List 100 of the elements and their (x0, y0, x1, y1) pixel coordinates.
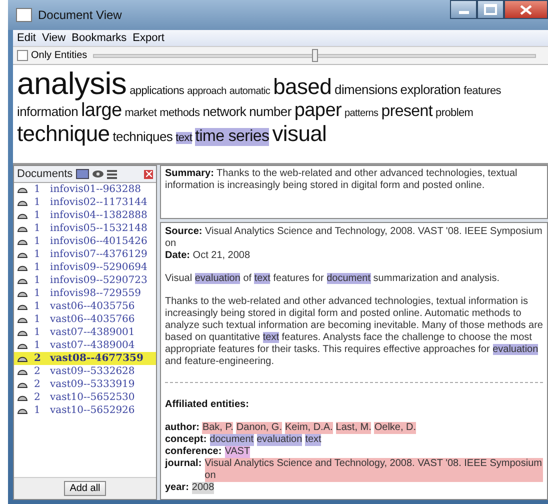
document-item[interactable]: 1 infovis09--5290723 (14, 274, 156, 287)
entity-tag[interactable]: Danon, G. (236, 422, 282, 434)
dome-icon (17, 316, 28, 323)
entity-tag[interactable]: 2008 (192, 482, 214, 494)
dome-icon (17, 368, 28, 375)
document-item[interactable]: 1 vast07--4389001 (14, 326, 156, 339)
document-item[interactable]: 1 infovis07--4376129 (14, 248, 156, 261)
panel-title: Documents (17, 168, 73, 180)
tag-word[interactable]: paper (294, 101, 342, 122)
entity-label: conference: (165, 446, 222, 458)
entity-label: author: (165, 422, 200, 434)
close-button[interactable] (504, 0, 548, 19)
tag-word[interactable]: analysis (17, 67, 127, 102)
document-item[interactable]: 1 vast06--4035766 (14, 313, 156, 326)
dome-icon (17, 381, 28, 388)
tag-word[interactable]: applications (130, 85, 184, 98)
entity-tag[interactable]: Last, M. (336, 422, 372, 434)
document-item[interactable]: 1 infovis04--1382888 (14, 209, 156, 222)
document-item[interactable]: 1 vast10--5652926 (14, 404, 156, 417)
tag-word[interactable]: time series (195, 128, 270, 146)
entity-tag[interactable]: Visual Analytics Science and Technology, 2008. VAST '08. IEEE Symposium on (204, 458, 543, 482)
entity-tag[interactable]: Bak, P. (202, 422, 234, 434)
document-item[interactable]: 1 infovis98--729559 (14, 287, 156, 300)
document-item[interactable]: 1 infovis02--1173144 (14, 196, 156, 209)
document-item[interactable]: 1 infovis01--963288 (14, 183, 156, 196)
app-icon (16, 8, 32, 22)
paragraph: Thanks to the web-related and other advanced technologies, textual information is increasingly being stored in digital form and posted online. Automatic methods to analyze such textual information are becoming inevitable. Many of those methods are based on quantitative text features. Analysts face the challenge to choose the most appropriate features for their tasks. This requires effective approaches for evaluation and feature-engineering. (165, 296, 543, 368)
dome-icon (17, 303, 28, 310)
tag-word[interactable]: information (17, 105, 78, 120)
tag-word[interactable]: text (176, 132, 192, 144)
tag-word[interactable]: based (273, 75, 332, 100)
dome-icon (17, 225, 28, 232)
tag-word[interactable]: network (202, 105, 246, 120)
dome-icon (17, 342, 28, 349)
list-icon[interactable] (106, 170, 117, 178)
tag-word[interactable]: techniques (112, 130, 173, 144)
tag-word[interactable]: approach (187, 86, 226, 97)
dome-icon (17, 199, 28, 206)
tag-word[interactable]: technique (17, 122, 110, 146)
tag-word[interactable]: automatic (229, 86, 270, 97)
dome-icon (17, 264, 28, 271)
tag-word[interactable]: features (464, 85, 501, 98)
slider-track[interactable] (93, 49, 536, 62)
menu-item[interactable]: Edit (17, 32, 36, 44)
sort-icon[interactable] (76, 169, 89, 179)
tag-word[interactable]: methods (160, 107, 200, 120)
window-title: Document View (38, 8, 122, 22)
entity-label: year: (165, 482, 189, 494)
minimize-icon (458, 11, 468, 14)
tag-word[interactable]: dimensions (334, 83, 398, 98)
dome-icon (17, 186, 28, 193)
document-item[interactable]: 2 vast08--4677359 (14, 352, 156, 365)
dome-icon (17, 407, 28, 414)
document-item[interactable]: 1 infovis06--4015426 (14, 235, 156, 248)
menu-item[interactable]: Bookmarks (72, 32, 127, 44)
tag-word[interactable]: number (249, 105, 292, 120)
entity-tag[interactable]: Oelke, D. (374, 422, 416, 434)
checkbox[interactable] (17, 50, 28, 61)
slider-thumb[interactable] (312, 49, 318, 62)
entity-label: concept: (165, 434, 207, 446)
checkbox-label: Only Entities (31, 50, 88, 61)
tag-word[interactable]: visual (272, 122, 327, 146)
document-item[interactable]: 1 infovis09--5290694 (14, 261, 156, 274)
entity-tag[interactable]: VAST (224, 446, 250, 458)
dome-icon (17, 329, 28, 336)
paragraph: Visual evaluation of text features for document summarization and analysis. (165, 273, 500, 285)
add-all-button[interactable]: Add all (64, 481, 106, 496)
dome-icon (17, 394, 28, 401)
entity-tag[interactable]: document (210, 434, 254, 446)
document-item[interactable]: 2 vast09--5333919 (14, 378, 156, 391)
document-item[interactable]: 1 infovis05--1532148 (14, 222, 156, 235)
menu-item[interactable]: Export (132, 32, 164, 44)
tag-word[interactable]: patterns (344, 108, 378, 120)
close-panel-icon[interactable] (144, 170, 153, 178)
eye-icon[interactable] (92, 170, 104, 178)
tag-word[interactable]: problem (436, 107, 474, 120)
entity-tag[interactable]: text (305, 434, 322, 446)
dome-icon (17, 238, 28, 245)
maximize-button[interactable] (477, 0, 504, 19)
entity-label: journal: (165, 458, 202, 470)
dome-icon (17, 355, 28, 362)
source-text: Source: Visual Analytics Science and Technology, 2008. VAST '08. IEEE Symposium on (165, 226, 543, 250)
tag-word[interactable]: exploration (400, 83, 461, 98)
tag-word[interactable]: present (381, 103, 433, 121)
maximize-icon (484, 4, 497, 15)
document-item[interactable]: 1 vast07--4389004 (14, 339, 156, 352)
minimize-button[interactable] (450, 0, 477, 19)
menu-item[interactable]: View (42, 32, 66, 44)
document-item[interactable]: 1 vast06--4035756 (14, 300, 156, 313)
dome-icon (17, 212, 28, 219)
date-text: Date: Oct 21, 2008 (165, 250, 252, 262)
entity-tag[interactable]: Keim, D.A. (285, 422, 333, 434)
dome-icon (17, 251, 28, 258)
document-item[interactable]: 2 vast10--5652530 (14, 391, 156, 404)
close-icon (520, 4, 532, 14)
tag-word[interactable]: large (81, 101, 122, 122)
document-item[interactable]: 2 vast09--5332628 (14, 365, 156, 378)
entity-tag[interactable]: evaluation (256, 434, 302, 446)
tag-word[interactable]: market (124, 107, 157, 120)
summary-text: Summary: Thanks to the web-related and other advanced technologies, textual information is increasingly being stored in digital form and posted online. (165, 168, 518, 192)
